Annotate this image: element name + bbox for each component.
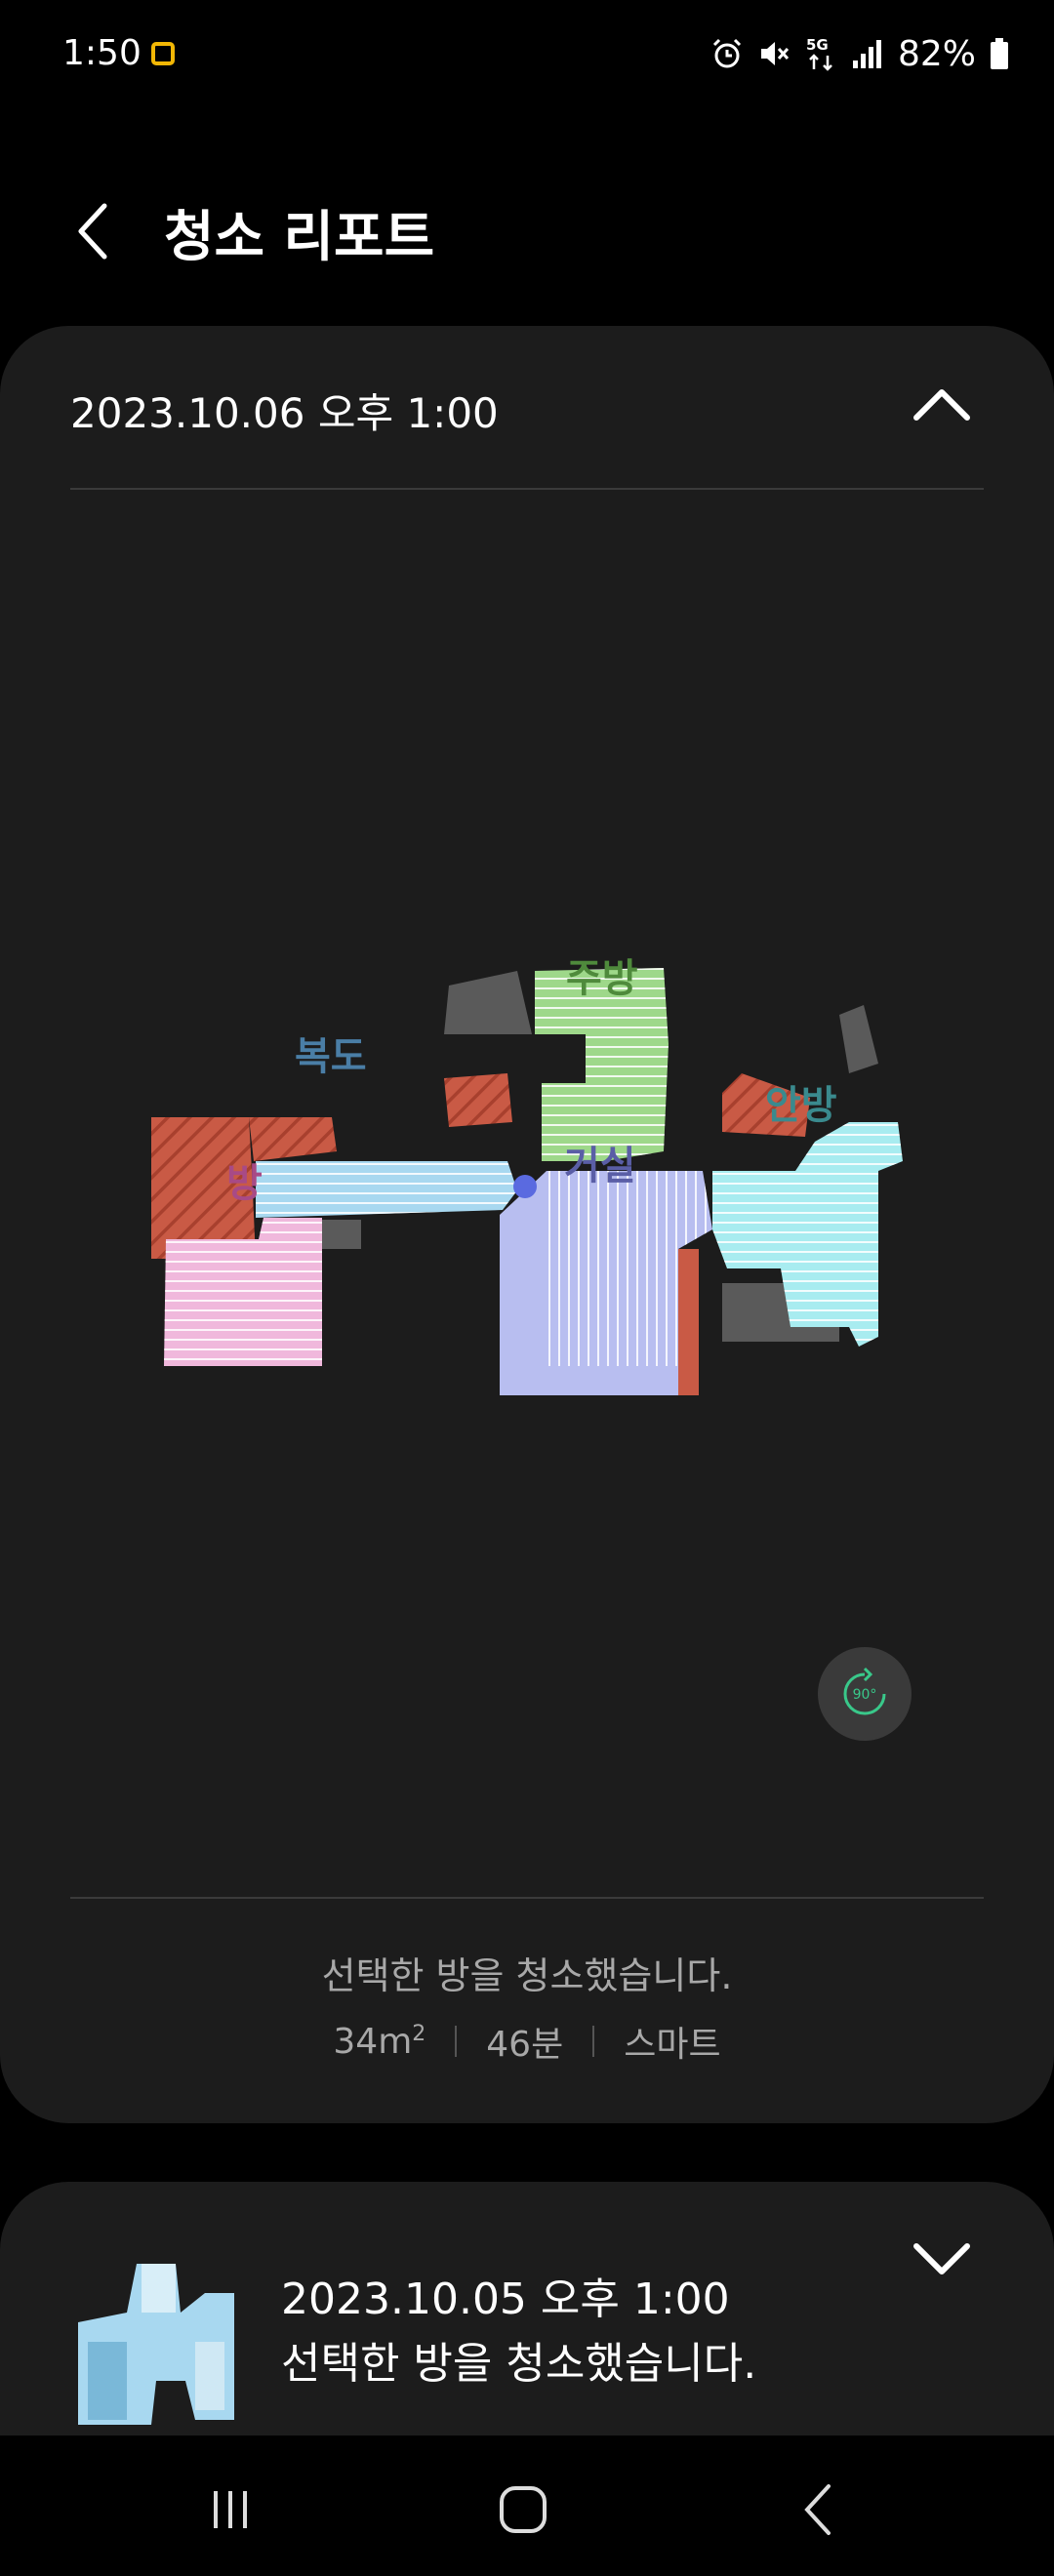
- chevron-up-icon: [913, 389, 970, 421]
- notification-icon: [151, 42, 175, 65]
- status-time: 1:50: [62, 33, 142, 73]
- battery-percent: 82%: [897, 33, 976, 74]
- home-button[interactable]: [484, 2471, 562, 2549]
- home-icon: [500, 2486, 547, 2533]
- svg-text:5G: 5G: [806, 36, 829, 54]
- previous-report-date: 2023.10.05 오후 1:00: [281, 2274, 730, 2324]
- page-title: 청소 리포트: [164, 206, 435, 269]
- map-room-hallway[interactable]: [256, 1161, 517, 1218]
- room-label-bedroom: 안방: [765, 1083, 837, 1128]
- previous-report-card[interactable]: 2023.10.05 오후 1:00 선택한 방을 청소했습니다.: [0, 2182, 1054, 2435]
- screen: 1:50 5G 82% 청소 리포트 2023.10.06 오후 1:00 주방…: [0, 0, 1054, 2576]
- cleaning-map[interactable]: 주방 복도 방 거실 안방: [0, 488, 1054, 1737]
- signal-icon: [852, 40, 881, 68]
- recent-apps-button[interactable]: [191, 2471, 269, 2549]
- room-label-living: 거실: [564, 1144, 636, 1188]
- collapse-button[interactable]: [908, 375, 976, 433]
- rotate-label: 90°: [853, 1687, 877, 1703]
- previous-report-summary: 선택한 방을 청소했습니다.: [281, 2339, 757, 2389]
- room-label-kitchen: 주방: [566, 956, 638, 1001]
- alarm-icon: [712, 38, 742, 68]
- chevron-down-icon: [913, 2243, 970, 2274]
- mute-icon: [760, 42, 790, 65]
- stat-duration: 46분: [486, 2025, 564, 2065]
- stat-separator: [455, 2026, 458, 2057]
- back-button[interactable]: [59, 197, 127, 265]
- 5g-icon: 5G: [806, 36, 832, 71]
- recent-apps-icon: [214, 2491, 247, 2528]
- map-room-bedroom-small[interactable]: [164, 1218, 322, 1366]
- nav-back-icon: [804, 2484, 831, 2535]
- report-summary: 선택한 방을 청소했습니다.: [321, 1954, 733, 1997]
- report-stats: 34m2 46분 스마트: [0, 2016, 1054, 2067]
- divider-bottom: [70, 1897, 984, 1899]
- rotate-map-button[interactable]: 90°: [818, 1647, 912, 1741]
- map-canvas: [151, 968, 903, 1395]
- report-card: 2023.10.06 오후 1:00 주방 복도 방 거실 안방 90° 선택한…: [0, 326, 1054, 2123]
- report-date: 2023.10.06 오후 1:00: [70, 389, 499, 437]
- app-header: 청소 리포트: [0, 176, 1054, 283]
- room-label-hallway: 복도: [295, 1034, 367, 1079]
- room-label-room: 방: [226, 1161, 263, 1206]
- map-thumbnail: [78, 2264, 234, 2425]
- nav-back-button[interactable]: [781, 2471, 859, 2549]
- system-nav-bar: [0, 2435, 1054, 2576]
- status-bar: 1:50 5G 82%: [0, 0, 1054, 117]
- rotate-icon: 90°: [843, 1667, 886, 1715]
- chevron-left-icon: [78, 203, 107, 260]
- expand-button[interactable]: [908, 2231, 976, 2289]
- stat-area: 34m2: [333, 2021, 426, 2062]
- stat-separator: [592, 2026, 595, 2057]
- status-icons: 5G 82%: [710, 29, 1009, 78]
- dock-icon: [513, 1175, 537, 1198]
- stat-mode: 스마트: [624, 2025, 721, 2065]
- battery-icon: [991, 38, 1008, 69]
